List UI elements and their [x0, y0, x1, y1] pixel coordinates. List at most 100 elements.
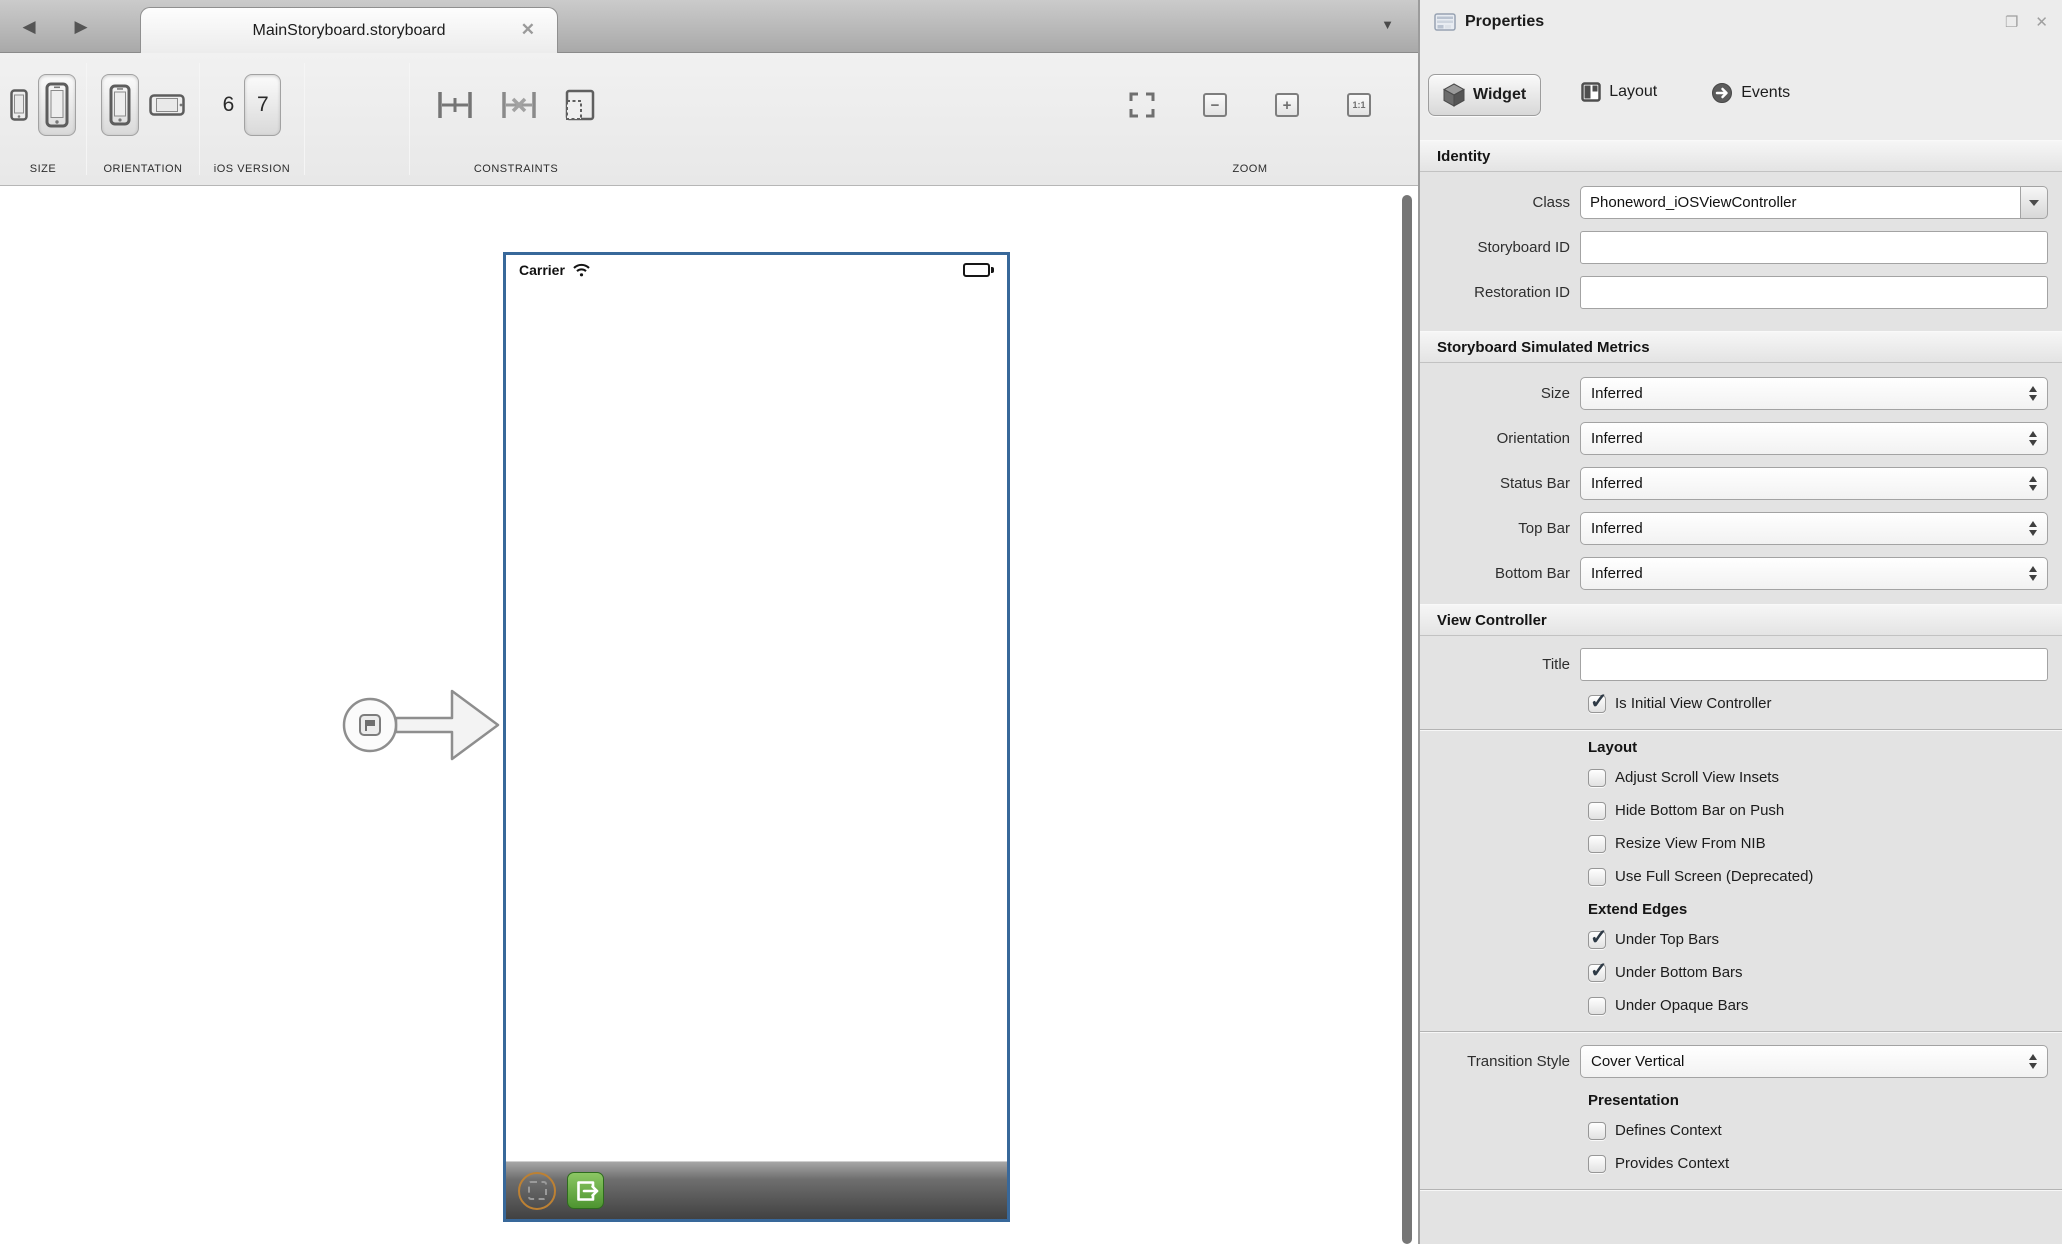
- panel-close-icon[interactable]: ✕: [2035, 13, 2048, 31]
- under-opaque-bars-row[interactable]: Under Opaque Bars: [1588, 989, 2062, 1022]
- hide-bottom-bar-row[interactable]: Hide Bottom Bar on Push: [1588, 794, 2062, 827]
- wifi-icon: [572, 263, 591, 277]
- under-top-bars-row[interactable]: ✓ Under Top Bars: [1588, 923, 2062, 956]
- navigate-forward-button[interactable]: ▶: [68, 14, 94, 40]
- tab-widget[interactable]: Widget: [1428, 74, 1541, 116]
- stepper-icon: [2029, 423, 2037, 454]
- size-iphone-tall-button[interactable]: [38, 74, 76, 136]
- hide-bottom-bar-checkbox[interactable]: [1588, 802, 1606, 820]
- add-constraint-icon[interactable]: [436, 89, 474, 121]
- under-top-bars-checkbox[interactable]: ✓: [1588, 931, 1606, 949]
- title-field[interactable]: [1580, 648, 2048, 681]
- under-bottom-bars-checkbox[interactable]: ✓: [1588, 964, 1606, 982]
- use-full-screen-checkbox[interactable]: [1588, 868, 1606, 886]
- top-bar-label: Top Bar: [1420, 520, 1580, 537]
- provides-context-checkbox[interactable]: [1588, 1155, 1606, 1173]
- tab-events[interactable]: Events: [1697, 74, 1804, 112]
- is-initial-vc-row[interactable]: ✓ Is Initial View Controller: [1588, 687, 2062, 720]
- orientation-landscape-button[interactable]: [149, 94, 185, 116]
- storyboard-editor: ◀ ▶ MainStoryboard.storyboard ✕ ▼: [0, 0, 1420, 1244]
- resize-view-checkbox[interactable]: [1588, 835, 1606, 853]
- view-controller-icon[interactable]: [518, 1172, 556, 1210]
- defines-context-row[interactable]: Defines Context: [1588, 1114, 2062, 1147]
- checkmark-icon: ✓: [1590, 925, 1608, 950]
- properties-panel: Properties ❐ ✕ Widget Layout Ev: [1420, 0, 2062, 1244]
- transition-style-row: Transition Style Cover Vertical: [1420, 1039, 2062, 1084]
- provides-context-row[interactable]: Provides Context: [1588, 1147, 2062, 1180]
- orientation-popup[interactable]: Inferred: [1580, 422, 2048, 455]
- canvas-scrollbar-thumb[interactable]: [1402, 195, 1412, 1244]
- ios-version-6-button[interactable]: 6: [223, 93, 235, 117]
- tab-mainstoryboard[interactable]: MainStoryboard.storyboard ✕: [140, 7, 558, 53]
- is-initial-vc-checkbox[interactable]: ✓: [1588, 695, 1606, 713]
- top-bar-value: Inferred: [1591, 520, 1643, 537]
- status-bar-label: Status Bar: [1420, 475, 1580, 492]
- size-value: Inferred: [1591, 385, 1643, 402]
- class-combo[interactable]: Phoneword_iOSViewController: [1580, 186, 2048, 219]
- navigate-back-button[interactable]: ◀: [16, 14, 42, 40]
- exit-segue-icon[interactable]: [567, 1172, 604, 1209]
- section-simulated-metrics: Storyboard Simulated Metrics: [1420, 331, 2062, 363]
- tab-widget-label: Widget: [1473, 86, 1526, 104]
- tab-overflow-icon[interactable]: ▼: [1381, 17, 1394, 32]
- zoom-group-label: ZOOM: [1100, 163, 1400, 175]
- orientation-group: ORIENTATION: [87, 53, 199, 185]
- zoom-in-icon[interactable]: +: [1275, 93, 1299, 117]
- divider: [1420, 1189, 2062, 1191]
- size-popup[interactable]: Inferred: [1580, 377, 2048, 410]
- bottom-bar-popup[interactable]: Inferred: [1580, 557, 2048, 590]
- hide-bottom-bar-label: Hide Bottom Bar on Push: [1615, 802, 1784, 819]
- stepper-icon: [2029, 378, 2037, 409]
- panel-dock-icon[interactable]: ❐: [2005, 13, 2018, 31]
- adjust-scroll-insets-label: Adjust Scroll View Insets: [1615, 769, 1779, 786]
- storyboard-id-field[interactable]: [1580, 231, 2048, 264]
- toolbar-spacer: [305, 53, 409, 185]
- zoom-out-icon[interactable]: −: [1203, 93, 1227, 117]
- update-frames-icon[interactable]: [564, 88, 596, 122]
- restoration-id-row: Restoration ID: [1420, 270, 2062, 315]
- class-dropdown-button[interactable]: [2020, 186, 2048, 219]
- cube-icon: [1443, 83, 1465, 107]
- tab-close-icon[interactable]: ✕: [521, 20, 535, 40]
- transition-style-label: Transition Style: [1420, 1053, 1580, 1070]
- transition-style-value: Cover Vertical: [1591, 1053, 1684, 1070]
- tab-layout[interactable]: Layout: [1567, 74, 1671, 110]
- class-value[interactable]: Phoneword_iOSViewController: [1580, 186, 2020, 219]
- simulated-status-bar: Carrier: [506, 255, 1007, 285]
- adjust-scroll-insets-row[interactable]: Adjust Scroll View Insets: [1588, 761, 2062, 794]
- size-iphone-button[interactable]: [10, 89, 28, 121]
- use-full-screen-row[interactable]: Use Full Screen (Deprecated): [1588, 860, 2062, 893]
- checkmark-icon: ✓: [1590, 958, 1608, 983]
- bottom-bar-label: Bottom Bar: [1420, 565, 1580, 582]
- class-label: Class: [1420, 194, 1580, 211]
- storyboard-canvas[interactable]: Carrier: [0, 186, 1418, 1244]
- under-bottom-bars-label: Under Bottom Bars: [1615, 964, 1743, 981]
- top-bar-popup[interactable]: Inferred: [1580, 512, 2048, 545]
- zoom-actual-size-icon[interactable]: 1:1: [1347, 93, 1371, 117]
- orientation-portrait-button[interactable]: [101, 74, 139, 136]
- view-controller-view[interactable]: Carrier: [503, 252, 1010, 1222]
- phone-portrait-icon: [109, 84, 131, 126]
- designer-window: ◀ ▶ MainStoryboard.storyboard ✕ ▼: [0, 0, 2062, 1244]
- resize-view-row[interactable]: Resize View From NIB: [1588, 827, 2062, 860]
- orientation-value: Inferred: [1591, 430, 1643, 447]
- restoration-id-field[interactable]: [1580, 276, 2048, 309]
- ios-version-7-button[interactable]: 7: [244, 74, 281, 136]
- iphone-small-icon: [10, 89, 28, 121]
- stepper-icon: [2029, 558, 2037, 589]
- under-opaque-bars-checkbox[interactable]: [1588, 997, 1606, 1015]
- transition-style-popup[interactable]: Cover Vertical: [1580, 1045, 2048, 1078]
- zoom-fit-icon[interactable]: [1129, 92, 1155, 118]
- size-group-label: SIZE: [0, 163, 86, 175]
- remove-constraint-icon[interactable]: [500, 89, 538, 121]
- status-bar-popup[interactable]: Inferred: [1580, 467, 2048, 500]
- canvas-scrollbar[interactable]: [1400, 190, 1414, 1244]
- adjust-scroll-insets-checkbox[interactable]: [1588, 769, 1606, 787]
- initial-view-controller-arrow[interactable]: [340, 678, 508, 773]
- defines-context-checkbox[interactable]: [1588, 1122, 1606, 1140]
- layout-icon: [1581, 82, 1601, 102]
- chevron-down-icon: [2029, 200, 2039, 206]
- constraints-group: CONSTRAINTS: [410, 53, 622, 185]
- under-bottom-bars-row[interactable]: ✓ Under Bottom Bars: [1588, 956, 2062, 989]
- title-row: Title: [1420, 642, 2062, 687]
